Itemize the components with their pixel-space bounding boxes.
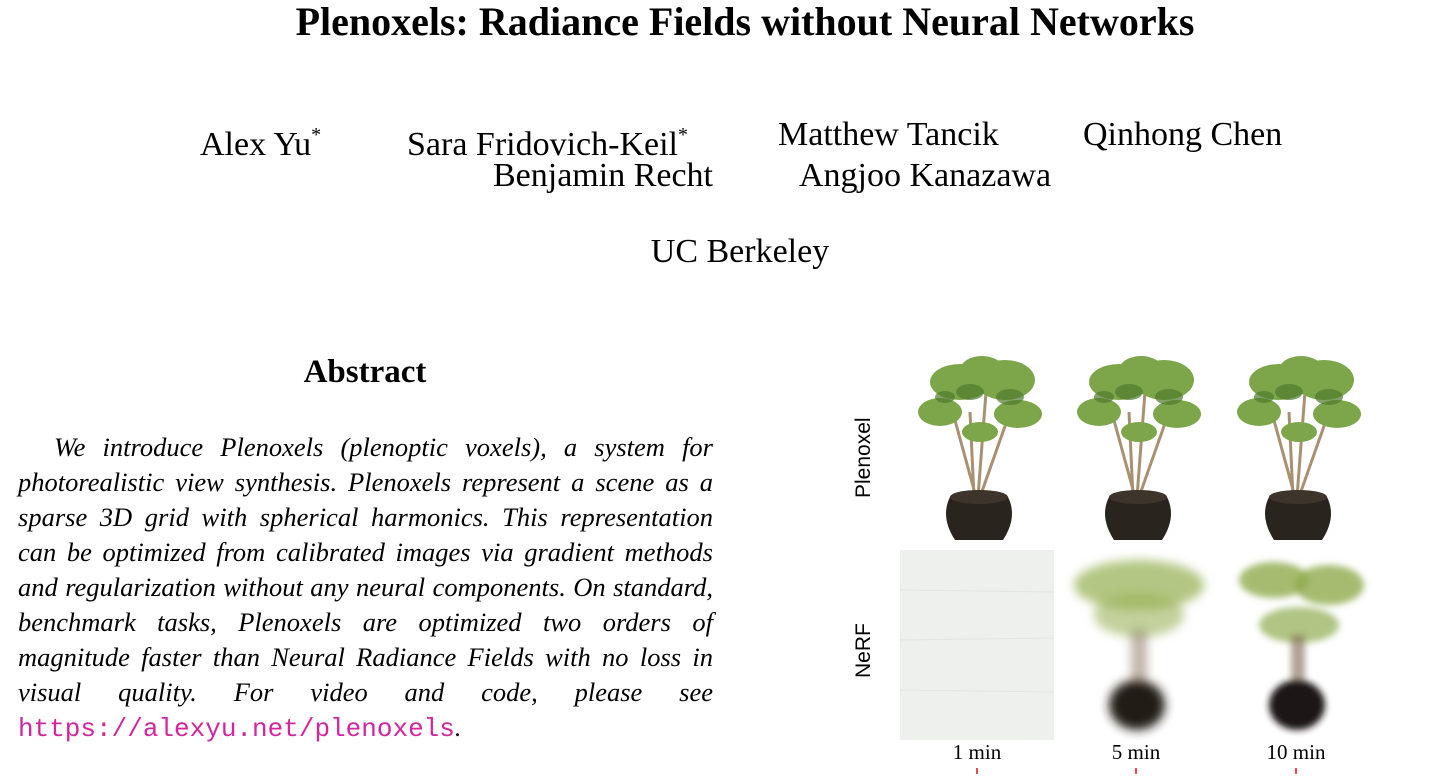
plenoxel-render-5min <box>1077 356 1201 540</box>
abstract-body: We introduce Plenoxels (plenoptic voxels… <box>18 430 713 747</box>
plenoxel-render-10min <box>1237 356 1361 540</box>
plant-icon <box>918 356 1042 540</box>
row-label-nerf: NeRF <box>852 623 875 678</box>
nerf-render-5min <box>1074 560 1204 730</box>
abstract-end: . <box>454 712 462 742</box>
abstract-heading: Abstract <box>303 354 427 390</box>
nerf-render-1min <box>900 550 1054 740</box>
author-name: Benjamin Recht <box>493 157 714 194</box>
teaser-figure: Plenoxel NeRF 1 min 5 min 10 min <box>845 352 1451 776</box>
plant-icon <box>1077 356 1201 540</box>
equal-contribution-mark: * <box>311 124 322 146</box>
tick-mark <box>1295 768 1297 774</box>
plant-icon <box>1237 356 1361 540</box>
author-1: Alex Yu* <box>200 115 321 165</box>
author-name: Alex Yu <box>200 126 312 163</box>
column-label-1min: 1 min <box>952 740 1002 764</box>
author-5: Benjamin Recht <box>493 156 713 196</box>
paper-title: Plenoxels: Radiance Fields without Neura… <box>295 0 1195 44</box>
author-name: Angjoo Kanazawa <box>799 157 1052 194</box>
plenoxel-render-1min <box>918 356 1042 540</box>
tick-mark <box>976 768 978 774</box>
equal-contribution-mark: * <box>678 124 688 146</box>
tick-mark <box>1135 768 1137 774</box>
nerf-render-10min <box>1239 562 1364 730</box>
column-label-5min: 5 min <box>1111 740 1161 764</box>
project-link[interactable]: https://alexyu.net/plenoxels <box>18 714 455 744</box>
affiliation: UC Berkeley <box>650 233 830 270</box>
author-6: Angjoo Kanazawa <box>799 156 1051 196</box>
author-4: Qinhong Chen <box>1083 115 1282 155</box>
abstract-text: We introduce Plenoxels (plenoptic voxels… <box>18 432 713 707</box>
row-label-plenoxel: Plenoxel <box>852 417 875 498</box>
author-name: Qinhong Chen <box>1083 116 1283 153</box>
author-3: Matthew Tancik <box>778 115 999 155</box>
author-name: Matthew Tancik <box>778 116 999 153</box>
column-label-10min: 10 min <box>1266 740 1326 764</box>
